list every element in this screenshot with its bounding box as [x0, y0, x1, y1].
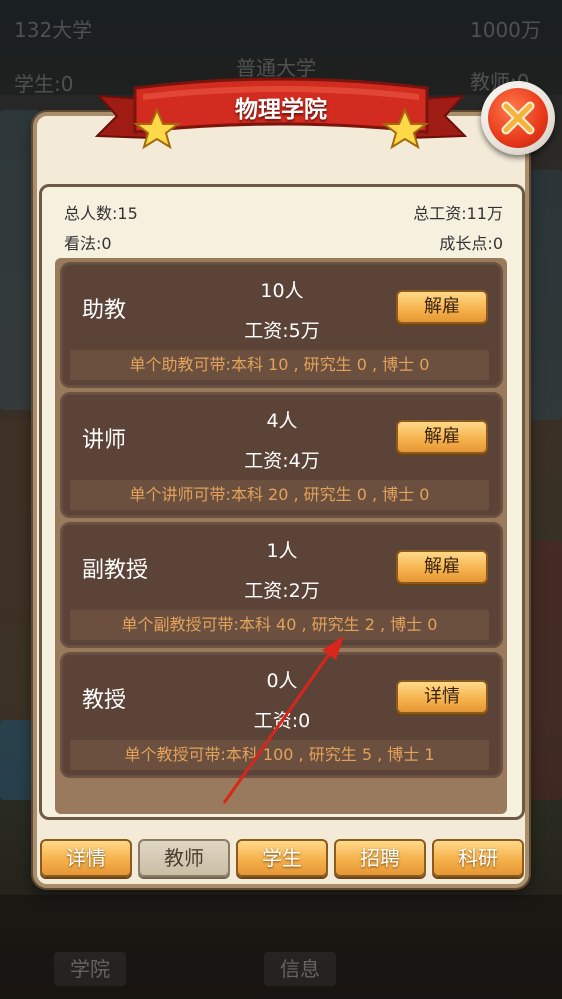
opinion: 看法:0 — [64, 234, 112, 253]
position-capacity: 单个助教可带:本科 10 , 研究生 0 , 博士 0 — [70, 350, 489, 380]
position-card-associate-professor: 副教授 1人 工资:2万 解雇 单个副教授可带:本科 40 , 研究生 2 , … — [60, 522, 503, 648]
total-salary: 总工资:11万 — [413, 204, 503, 223]
tab-teachers[interactable]: 教师 — [138, 839, 230, 877]
close-button[interactable] — [481, 81, 555, 155]
position-capacity: 单个讲师可带:本科 20 , 研究生 0 , 博士 0 — [70, 480, 489, 510]
fire-button[interactable]: 解雇 — [396, 550, 488, 584]
tab-recruit[interactable]: 招聘 — [334, 839, 426, 877]
dialog-title: 物理学院 — [235, 97, 327, 123]
tab-details[interactable]: 详情 — [40, 839, 132, 877]
position-capacity: 单个副教授可带:本科 40 , 研究生 2 , 博士 0 — [70, 610, 489, 640]
position-card-assistant: 助教 10人 工资:5万 解雇 单个助教可带:本科 10 , 研究生 0 , 博… — [60, 262, 503, 388]
growth-points: 成长点:0 — [439, 234, 503, 253]
tab-research[interactable]: 科研 — [432, 839, 524, 877]
total-people: 总人数:15 — [64, 204, 138, 223]
position-card-professor: 教授 0人 工资:0 详情 单个教授可带:本科 100 , 研究生 5 , 博士… — [60, 652, 503, 778]
details-button[interactable]: 详情 — [396, 680, 488, 714]
position-capacity: 单个教授可带:本科 100 , 研究生 5 , 博士 1 — [70, 740, 489, 770]
fire-button[interactable]: 解雇 — [396, 420, 488, 454]
close-icon — [488, 88, 548, 148]
fire-button[interactable]: 解雇 — [396, 290, 488, 324]
tab-students[interactable]: 学生 — [236, 839, 328, 877]
position-card-lecturer: 讲师 4人 工资:4万 解雇 单个讲师可带:本科 20 , 研究生 0 , 博士… — [60, 392, 503, 518]
